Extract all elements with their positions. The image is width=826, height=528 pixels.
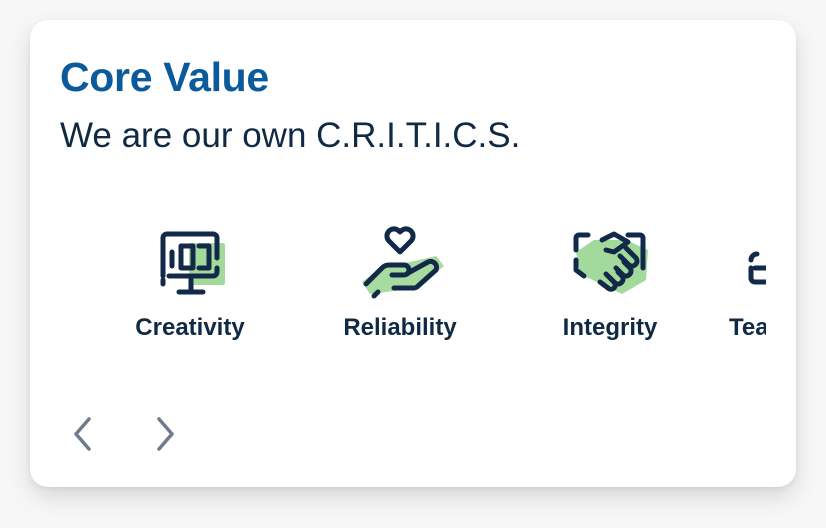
carousel-item-integrity: Integrity	[505, 200, 715, 375]
carousel-next-button[interactable]	[142, 411, 188, 457]
handshake-icon	[573, 231, 648, 294]
carousel-prev-button[interactable]	[60, 411, 106, 457]
values-carousel: Creativity Reliability Integrity Tea	[60, 200, 766, 375]
value-label-teamwork: Tea	[729, 314, 766, 341]
teamwork-icon	[748, 251, 766, 285]
core-value-card: Core Value We are our own C.R.I.T.I.C.S.	[30, 20, 796, 487]
carousel-item-creativity: Creativity	[85, 200, 295, 375]
monitor-icon	[160, 231, 225, 295]
carousel-item-teamwork: Tea	[729, 200, 766, 375]
card-subtitle: We are our own C.R.I.T.I.C.S.	[60, 116, 521, 155]
value-label-integrity: Integrity	[562, 314, 658, 341]
chevron-left-icon	[74, 417, 91, 451]
heart-in-hand-icon	[362, 226, 444, 299]
carousel-item-reliability: Reliability	[295, 200, 505, 375]
value-label-reliability: Reliability	[343, 314, 457, 341]
chevron-right-icon	[157, 417, 174, 451]
value-label-creativity: Creativity	[135, 314, 245, 341]
card-title: Core Value	[60, 54, 269, 100]
carousel-track: Creativity Reliability Integrity Tea	[60, 200, 766, 375]
